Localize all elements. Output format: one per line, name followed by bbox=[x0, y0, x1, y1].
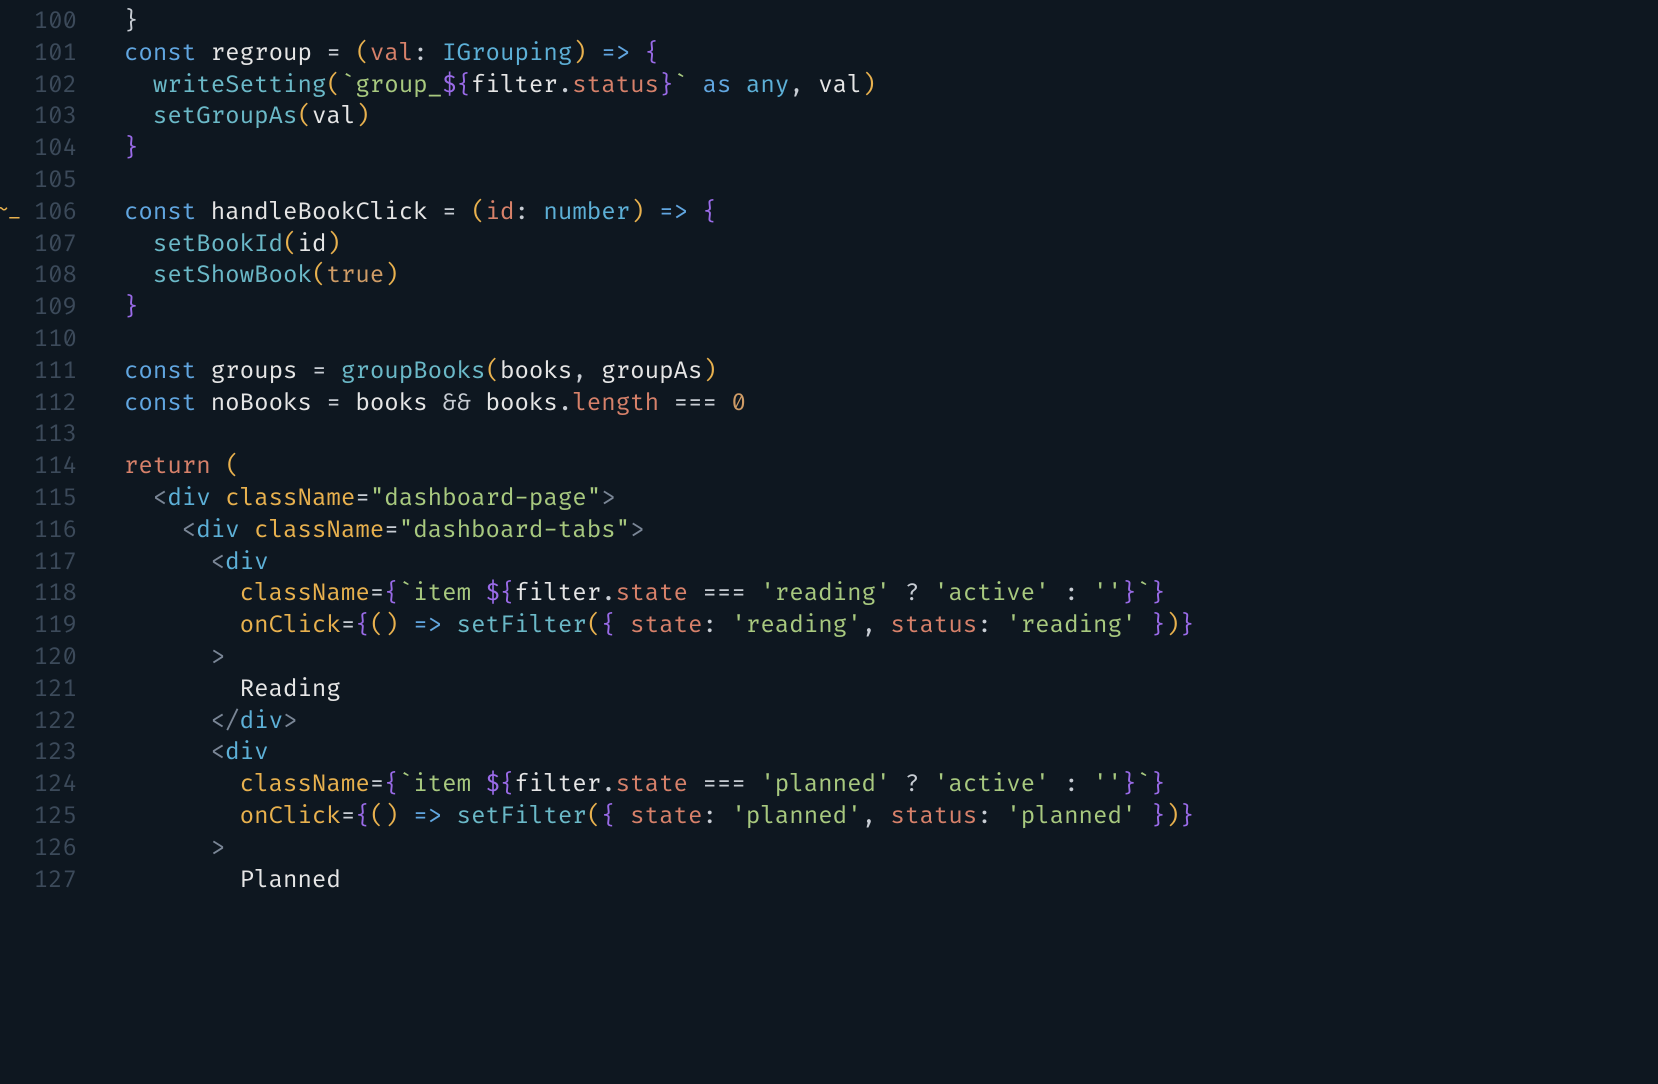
line-number: 102 bbox=[0, 70, 77, 102]
code-line[interactable]: > bbox=[95, 642, 1658, 674]
line-number: 109 bbox=[0, 292, 77, 324]
line-number: 120 bbox=[0, 642, 77, 674]
code-line[interactable]: onClick={() => setFilter({ state: 'readi… bbox=[95, 610, 1658, 642]
code-line[interactable]: } bbox=[95, 292, 1658, 324]
code-area[interactable]: } const regroup = (val: IGrouping) => { … bbox=[95, 0, 1658, 1084]
code-editor[interactable]: 100101102103104105106~_10710810911011111… bbox=[0, 0, 1658, 1084]
code-line[interactable] bbox=[95, 324, 1658, 356]
code-line[interactable]: </div> bbox=[95, 706, 1658, 738]
code-line[interactable]: writeSetting(`group_${filter.status}` as… bbox=[95, 70, 1658, 102]
code-line[interactable]: className={`item ${filter.state === 'rea… bbox=[95, 578, 1658, 610]
code-line[interactable]: const groups = groupBooks(books, groupAs… bbox=[95, 356, 1658, 388]
code-line[interactable]: setShowBook(true) bbox=[95, 260, 1658, 292]
line-number: 126 bbox=[0, 833, 77, 865]
code-line[interactable]: setBookId(id) bbox=[95, 229, 1658, 261]
line-number: 123 bbox=[0, 737, 77, 769]
code-line[interactable] bbox=[95, 419, 1658, 451]
line-number: 124 bbox=[0, 769, 77, 801]
line-number: 125 bbox=[0, 801, 77, 833]
code-line[interactable]: onClick={() => setFilter({ state: 'plann… bbox=[95, 801, 1658, 833]
line-number-gutter: 100101102103104105106~_10710810911011111… bbox=[0, 0, 95, 1084]
line-number: 114 bbox=[0, 451, 77, 483]
code-line[interactable]: <div bbox=[95, 547, 1658, 579]
line-number: 103 bbox=[0, 101, 77, 133]
code-line[interactable]: const noBooks = books && books.length ==… bbox=[95, 388, 1658, 420]
code-line[interactable]: setGroupAs(val) bbox=[95, 101, 1658, 133]
code-line[interactable]: } bbox=[95, 6, 1658, 38]
code-line[interactable]: <div bbox=[95, 737, 1658, 769]
line-number: 122 bbox=[0, 706, 77, 738]
line-number: 116 bbox=[0, 515, 77, 547]
line-number: 118 bbox=[0, 578, 77, 610]
line-number: 127 bbox=[0, 865, 77, 897]
code-line[interactable]: } bbox=[95, 133, 1658, 165]
line-number: 110 bbox=[0, 324, 77, 356]
line-number: 121 bbox=[0, 674, 77, 706]
line-number: 107 bbox=[0, 229, 77, 261]
code-line[interactable]: Planned bbox=[95, 865, 1658, 897]
line-number: 119 bbox=[0, 610, 77, 642]
code-line[interactable]: return ( bbox=[95, 451, 1658, 483]
code-line[interactable]: const handleBookClick = (id: number) => … bbox=[95, 197, 1658, 229]
code-line[interactable]: Reading bbox=[95, 674, 1658, 706]
line-number: 111 bbox=[0, 356, 77, 388]
code-line[interactable]: <div className="dashboard-page"> bbox=[95, 483, 1658, 515]
line-number: 100 bbox=[0, 6, 77, 38]
line-number: 113 bbox=[0, 419, 77, 451]
line-number: 101 bbox=[0, 38, 77, 70]
line-number: 117 bbox=[0, 547, 77, 579]
code-line[interactable]: > bbox=[95, 833, 1658, 865]
code-line[interactable]: const regroup = (val: IGrouping) => { bbox=[95, 38, 1658, 70]
line-number: 112 bbox=[0, 388, 77, 420]
line-number: 108 bbox=[0, 260, 77, 292]
line-number: 104 bbox=[0, 133, 77, 165]
line-number: 115 bbox=[0, 483, 77, 515]
code-line[interactable]: <div className="dashboard-tabs"> bbox=[95, 515, 1658, 547]
line-number: 106~_ bbox=[0, 197, 77, 229]
code-line[interactable] bbox=[95, 165, 1658, 197]
line-number: 105 bbox=[0, 165, 77, 197]
code-line[interactable]: className={`item ${filter.state === 'pla… bbox=[95, 769, 1658, 801]
modified-marker-icon: ~_ bbox=[0, 197, 21, 224]
